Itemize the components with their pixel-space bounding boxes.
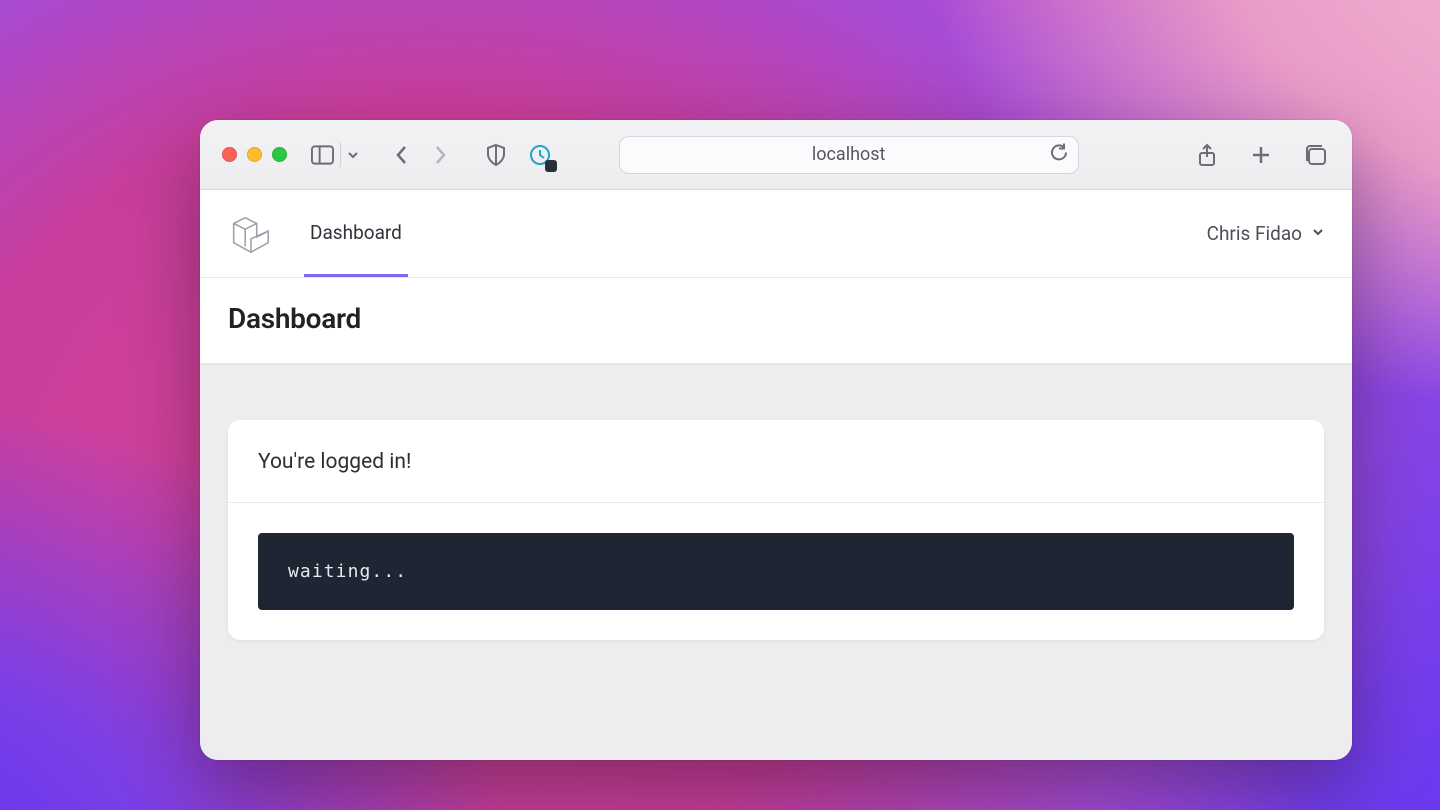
lock-icon (545, 160, 557, 172)
shield-icon[interactable] (481, 140, 511, 170)
sidebar-toggle-icon[interactable] (311, 140, 341, 170)
nav-history-group (387, 140, 455, 170)
chevron-down-icon[interactable] (341, 140, 363, 170)
extension-icon[interactable] (525, 140, 555, 170)
browser-toolbar: localhost (200, 120, 1352, 190)
browser-window: localhost (200, 120, 1352, 760)
app-navbar: Dashboard Chris Fidao (200, 190, 1352, 278)
reload-icon[interactable] (1050, 143, 1068, 166)
user-menu[interactable]: Chris Fidao (1207, 190, 1326, 277)
share-icon[interactable] (1192, 140, 1222, 170)
forward-button (425, 140, 455, 170)
content-area: You're logged in! waiting... (200, 364, 1352, 668)
address-bar-text: localhost (812, 144, 886, 165)
nav-tab-dashboard[interactable]: Dashboard (304, 190, 408, 277)
page-title: Dashboard (228, 302, 1324, 335)
chevron-down-icon (1310, 222, 1326, 245)
new-tab-icon[interactable] (1246, 140, 1276, 170)
laravel-logo-icon[interactable] (226, 190, 274, 277)
toolbar-right (1192, 140, 1330, 170)
terminal-output: waiting... (258, 533, 1294, 610)
close-window-button[interactable] (222, 147, 237, 162)
window-controls (222, 147, 287, 162)
user-menu-label: Chris Fidao (1207, 222, 1302, 245)
welcome-text: You're logged in! (228, 420, 1324, 503)
back-button[interactable] (387, 140, 417, 170)
page-header: Dashboard (200, 278, 1352, 364)
page-content: Dashboard Chris Fidao Dashboard You're l… (200, 190, 1352, 760)
maximize-window-button[interactable] (272, 147, 287, 162)
address-bar[interactable]: localhost (619, 136, 1079, 174)
nav-tab-label: Dashboard (310, 221, 402, 244)
tabs-overview-icon[interactable] (1300, 140, 1330, 170)
dashboard-card: You're logged in! waiting... (228, 420, 1324, 640)
sidebar-toggle-group (311, 140, 363, 170)
minimize-window-button[interactable] (247, 147, 262, 162)
